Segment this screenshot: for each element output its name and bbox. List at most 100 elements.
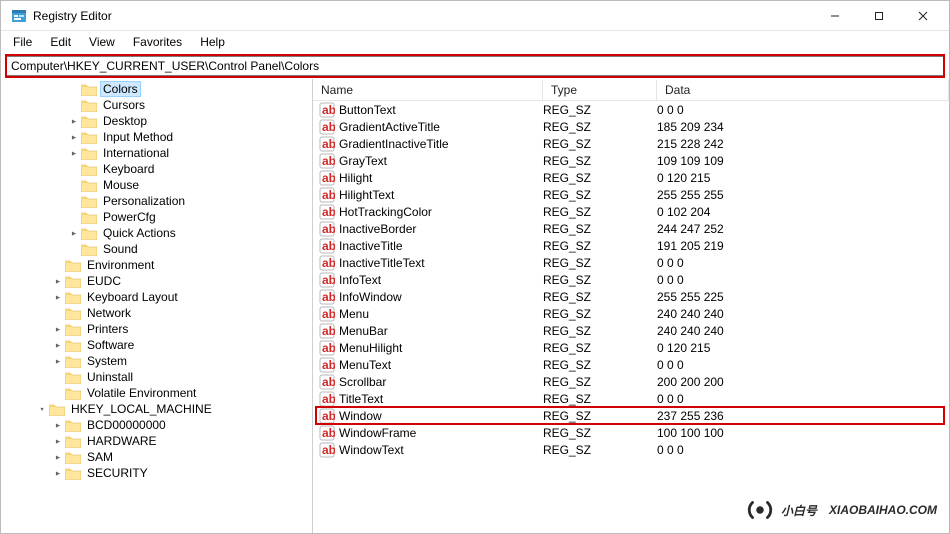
column-type[interactable]: Type	[543, 80, 657, 100]
reg-sz-icon: ab	[319, 102, 335, 118]
minimize-button[interactable]	[813, 2, 857, 30]
list-body: abButtonTextREG_SZ0 0 0abGradientActiveT…	[313, 101, 949, 533]
tree-item[interactable]: Cursors	[3, 97, 310, 113]
list-row[interactable]: abMenuREG_SZ240 240 240	[313, 305, 949, 322]
maximize-button[interactable]	[857, 2, 901, 30]
list-row[interactable]: abHilightTextREG_SZ255 255 255	[313, 186, 949, 203]
value-type: REG_SZ	[543, 375, 657, 389]
column-name[interactable]: Name	[313, 80, 543, 100]
tree-item[interactable]: Mouse	[3, 177, 310, 193]
list-row[interactable]: abHilightREG_SZ0 120 215	[313, 169, 949, 186]
list-row[interactable]: abWindowFrameREG_SZ100 100 100	[313, 424, 949, 441]
menu-help[interactable]: Help	[192, 33, 233, 51]
expand-icon[interactable]: ▶	[70, 134, 78, 141]
folder-icon	[65, 291, 81, 304]
tree-pane[interactable]: ColorsCursors▶Desktop▶Input Method▶Inter…	[1, 79, 313, 533]
folder-icon	[81, 147, 97, 160]
tree-item[interactable]: ▶Keyboard Layout	[3, 289, 310, 305]
tree-item-label: Network	[85, 306, 133, 320]
tree-item[interactable]: ▶EUDC	[3, 273, 310, 289]
reg-sz-icon: ab	[319, 153, 335, 169]
regedit-icon	[11, 8, 27, 24]
list-row[interactable]: abInfoTextREG_SZ0 0 0	[313, 271, 949, 288]
expand-icon[interactable]: ▶	[54, 294, 62, 301]
value-name: Menu	[339, 307, 543, 321]
list-row[interactable]: abGradientActiveTitleREG_SZ185 209 234	[313, 118, 949, 135]
expand-icon[interactable]: ▶	[54, 342, 62, 349]
menu-file[interactable]: File	[5, 33, 40, 51]
list-row[interactable]: abMenuBarREG_SZ240 240 240	[313, 322, 949, 339]
tree-item[interactable]: ▶BCD00000000	[3, 417, 310, 433]
menu-view[interactable]: View	[81, 33, 123, 51]
tree-item[interactable]: ▼HKEY_LOCAL_MACHINE	[3, 401, 310, 417]
tree-item[interactable]: Keyboard	[3, 161, 310, 177]
expand-icon[interactable]: ▶	[54, 470, 62, 477]
expand-icon[interactable]: ▶	[54, 438, 62, 445]
expand-icon[interactable]: ▶	[70, 118, 78, 125]
address-bar-container	[1, 53, 949, 79]
column-data[interactable]: Data	[657, 80, 949, 100]
tree-item[interactable]: Uninstall	[3, 369, 310, 385]
value-name: HilightText	[339, 188, 543, 202]
list-row[interactable]: abScrollbarREG_SZ200 200 200	[313, 373, 949, 390]
expand-icon[interactable]: ▶	[54, 454, 62, 461]
tree-item[interactable]: Volatile Environment	[3, 385, 310, 401]
tree-item-label: Cursors	[101, 98, 147, 112]
list-row[interactable]: abTitleTextREG_SZ0 0 0	[313, 390, 949, 407]
tree-item[interactable]: Sound	[3, 241, 310, 257]
list-row[interactable]: abWindowTextREG_SZ0 0 0	[313, 441, 949, 458]
tree-item[interactable]: ▶Printers	[3, 321, 310, 337]
tree-item[interactable]: Personalization	[3, 193, 310, 209]
expand-icon[interactable]: ▶	[54, 326, 62, 333]
value-type: REG_SZ	[543, 307, 657, 321]
tree-item-label: Volatile Environment	[85, 386, 198, 400]
list-row[interactable]: abInfoWindowREG_SZ255 255 225	[313, 288, 949, 305]
list-row[interactable]: abWindowREG_SZ237 255 236	[313, 407, 949, 424]
titlebar[interactable]: Registry Editor	[1, 1, 949, 31]
list-row[interactable]: abGradientInactiveTitleREG_SZ215 228 242	[313, 135, 949, 152]
value-name: TitleText	[339, 392, 543, 406]
tree-item-label: International	[101, 146, 171, 160]
list-row[interactable]: abMenuHilightREG_SZ0 120 215	[313, 339, 949, 356]
list-row[interactable]: abMenuTextREG_SZ0 0 0	[313, 356, 949, 373]
tree-item[interactable]: ▶Input Method	[3, 129, 310, 145]
expand-icon[interactable]: ▼	[38, 406, 46, 412]
address-bar[interactable]	[6, 56, 944, 76]
svg-text:ab: ab	[322, 358, 335, 372]
tree-item[interactable]: ▶SAM	[3, 449, 310, 465]
tree-item[interactable]: ▶HARDWARE	[3, 433, 310, 449]
value-type: REG_SZ	[543, 256, 657, 270]
reg-sz-icon: ab	[319, 340, 335, 356]
tree-item[interactable]: Network	[3, 305, 310, 321]
tree-item[interactable]: ▶SECURITY	[3, 465, 310, 481]
tree-item[interactable]: ▶ International	[3, 145, 310, 161]
folder-icon	[65, 355, 81, 368]
menu-edit[interactable]: Edit	[42, 33, 79, 51]
value-name: InactiveBorder	[339, 222, 543, 236]
tree-item[interactable]: Environment	[3, 257, 310, 273]
list-row[interactable]: abInactiveBorderREG_SZ244 247 252	[313, 220, 949, 237]
tree-item[interactable]: ▶System	[3, 353, 310, 369]
folder-icon	[65, 435, 81, 448]
list-row[interactable]: abInactiveTitleREG_SZ191 205 219	[313, 237, 949, 254]
expand-icon[interactable]: ▶	[70, 230, 78, 237]
tree-item[interactable]: ▶Desktop	[3, 113, 310, 129]
list-row[interactable]: abGrayTextREG_SZ109 109 109	[313, 152, 949, 169]
tree-item[interactable]: ▶Software	[3, 337, 310, 353]
menu-favorites[interactable]: Favorites	[125, 33, 190, 51]
svg-text:ab: ab	[322, 239, 335, 253]
expand-icon[interactable]: ▶	[54, 422, 62, 429]
expand-icon[interactable]: ▶	[54, 278, 62, 285]
list-pane[interactable]: Name Type Data abButtonTextREG_SZ0 0 0ab…	[313, 79, 949, 533]
value-name: MenuBar	[339, 324, 543, 338]
expand-icon[interactable]: ▶	[54, 358, 62, 365]
close-button[interactable]	[901, 2, 945, 30]
tree-item[interactable]: ▶Quick Actions	[3, 225, 310, 241]
list-row[interactable]: abButtonTextREG_SZ0 0 0	[313, 101, 949, 118]
reg-sz-icon: ab	[319, 255, 335, 271]
tree-item[interactable]: Colors	[3, 81, 310, 97]
list-row[interactable]: abInactiveTitleTextREG_SZ0 0 0	[313, 254, 949, 271]
list-row[interactable]: abHotTrackingColorREG_SZ0 102 204	[313, 203, 949, 220]
expand-icon[interactable]: ▶	[70, 150, 78, 157]
tree-item[interactable]: PowerCfg	[3, 209, 310, 225]
